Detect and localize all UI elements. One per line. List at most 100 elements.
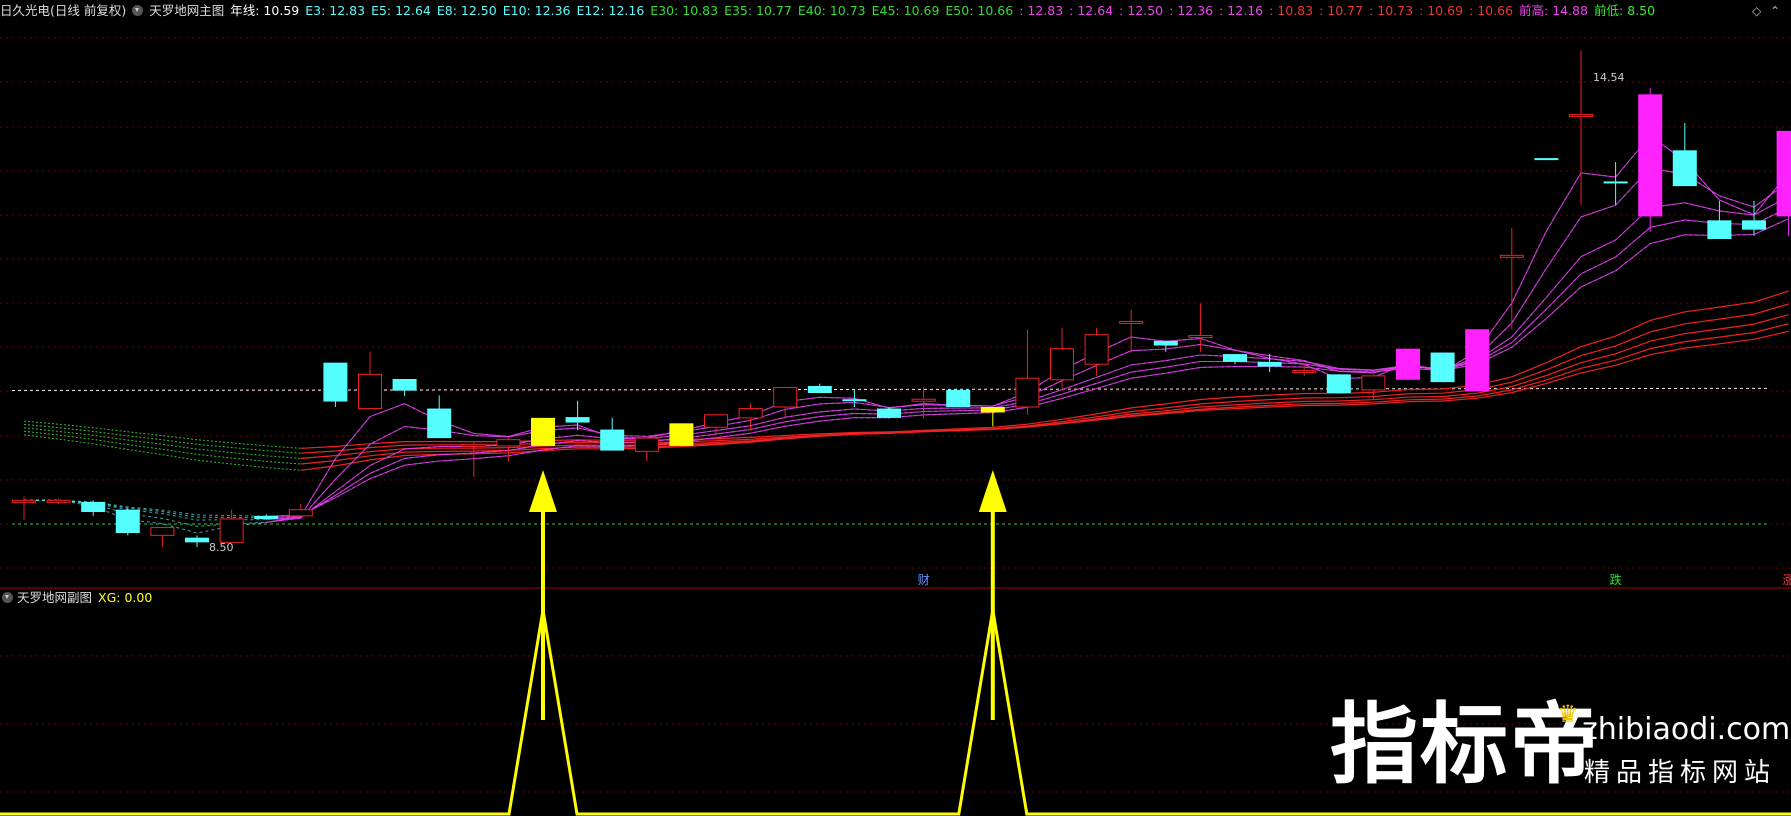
candle-body-45	[1569, 114, 1593, 118]
candle-body-37	[1292, 369, 1317, 373]
header-value-16: : 10.83	[1269, 3, 1314, 18]
candle-body-43	[1499, 254, 1524, 258]
main-chart-header: 日久光电(日线 前复权) 天罗地网主图 年线: 10.59 E3: 12.83 E5: …	[0, 0, 1667, 22]
signal-marker-1: 跌	[1610, 572, 1622, 587]
candle-body-50	[1742, 220, 1766, 230]
ema-short-cyan-8	[24, 195, 1789, 521]
candle-body-39	[1361, 375, 1386, 391]
header-value-7: E35: 10.77	[724, 3, 792, 18]
price-annotation-1: 8.50	[209, 541, 234, 554]
header-value-0: 年线: 10.59	[230, 3, 300, 18]
candle-body-20	[704, 414, 728, 428]
header-value-5: E12: 12.16	[576, 3, 645, 18]
candle-body-11	[392, 379, 417, 391]
indicator-dropdown-icon[interactable]	[132, 5, 144, 16]
candle-body-29	[1015, 377, 1040, 408]
candle-body-6	[219, 518, 244, 543]
ema-long-green-30	[23, 434, 336, 471]
crown-icon: ♛	[1557, 700, 1579, 728]
candle-body-5	[185, 537, 209, 543]
price-annotation-0: 14.54	[1593, 71, 1625, 84]
ema-short-cyan-3	[24, 135, 1789, 534]
ema-short-cyan-12	[24, 218, 1789, 517]
candle-body-18	[634, 437, 659, 452]
sub-chart-header: 天罗地网副图 XG: 0.00	[0, 588, 152, 608]
candle-body-28	[980, 407, 1005, 413]
candle-body-49	[1707, 220, 1732, 239]
up-icon[interactable]: ⌃	[1770, 4, 1780, 18]
signal-marker-2: 涨	[1783, 572, 1791, 587]
candle-body-12	[427, 408, 452, 439]
indicator-values: 年线: 10.59 E3: 12.83 E5: 12.64 E8: 12.50 E10:…	[230, 3, 1661, 18]
candle-body-23	[807, 386, 832, 393]
candle-body-13	[461, 443, 486, 447]
watermark-tagline: 精品指标网站	[1584, 758, 1777, 788]
candle-body-48	[1672, 150, 1697, 187]
candle-body-4	[150, 527, 175, 536]
candle-body-31	[1084, 334, 1109, 365]
candle-body-16	[565, 417, 590, 423]
candle-body-42	[1465, 329, 1490, 392]
header-value-4: E10: 12.36	[502, 3, 571, 18]
header-value-22: 前低: 8.50	[1594, 3, 1656, 18]
candle-body-21	[738, 408, 763, 419]
ema-long-green-40	[23, 427, 336, 459]
header-value-2: E5: 12.64	[371, 3, 431, 18]
yearly-line	[11, 387, 1771, 391]
ema-long-red-35	[300, 303, 1789, 465]
candle-body-46	[1603, 181, 1628, 184]
header-value-9: E45: 10.69	[871, 3, 940, 18]
signal-marker-0: 财	[918, 573, 930, 587]
header-value-18: : 10.73	[1369, 3, 1414, 18]
candle-body-19	[669, 423, 694, 446]
header-value-11: : 12.83	[1019, 3, 1064, 18]
candle-body-27	[946, 389, 971, 407]
sub-indicator-dropdown-icon[interactable]	[2, 592, 13, 603]
candle-body-22	[773, 387, 798, 408]
header-value-21: 前高: 14.88	[1519, 3, 1589, 18]
candle-body-32	[1119, 320, 1144, 324]
header-value-1: E3: 12.83	[305, 3, 366, 18]
candle-body-47	[1638, 94, 1663, 217]
header-value-12: : 12.64	[1069, 3, 1114, 18]
candle-body-2	[81, 501, 106, 512]
candle-body-7	[254, 515, 279, 519]
header-value-8: E40: 10.73	[797, 3, 866, 18]
header-value-19: : 10.69	[1419, 3, 1464, 18]
candle-body-38	[1326, 374, 1351, 393]
candle-body-44	[1534, 158, 1559, 161]
header-value-6: E30: 10.83	[650, 3, 719, 18]
candle-body-1	[46, 499, 71, 503]
candle-body-26	[911, 398, 936, 402]
candle-body-41	[1430, 352, 1455, 383]
ema-long-green-50	[23, 420, 336, 449]
header-value-17: : 10.77	[1319, 3, 1364, 18]
candle-body-30	[1050, 348, 1074, 381]
sub-indicator-name[interactable]: 天罗地网副图	[17, 590, 92, 605]
candle-body-3	[115, 509, 140, 533]
candle-body-36	[1257, 361, 1282, 367]
header-value-20: : 10.66	[1469, 3, 1514, 18]
ema-long-red-40	[300, 314, 1789, 459]
ema-long-green-45	[23, 423, 336, 454]
ema-short-magenta-3	[266, 134, 1790, 524]
candle-body-14	[496, 439, 521, 447]
header-value-10: E50: 10.66	[945, 3, 1014, 18]
candle-body-17	[600, 429, 625, 451]
signal-arrow-head-0	[529, 470, 557, 512]
candle-body-34	[1188, 334, 1213, 338]
indicator-name[interactable]: 天罗地网主图	[149, 3, 224, 18]
diamond-icon[interactable]: ◇	[1752, 4, 1761, 18]
candle-body-8	[288, 509, 313, 517]
ema-short-cyan-10	[24, 207, 1789, 519]
watermark-site: zhibiaodi.com	[1582, 712, 1791, 747]
candle-body-9	[323, 362, 348, 402]
signal-arrow-head-1	[978, 470, 1007, 512]
candle-body-35	[1223, 354, 1247, 362]
candle-body-25	[877, 408, 901, 418]
candle-body-10	[358, 373, 382, 410]
xg-value: XG: 0.00	[98, 590, 153, 605]
candle-body-40	[1396, 348, 1420, 380]
header-value-3: E8: 12.50	[436, 3, 497, 18]
stock-title[interactable]: 日久光电(日线 前复权)	[0, 3, 126, 18]
